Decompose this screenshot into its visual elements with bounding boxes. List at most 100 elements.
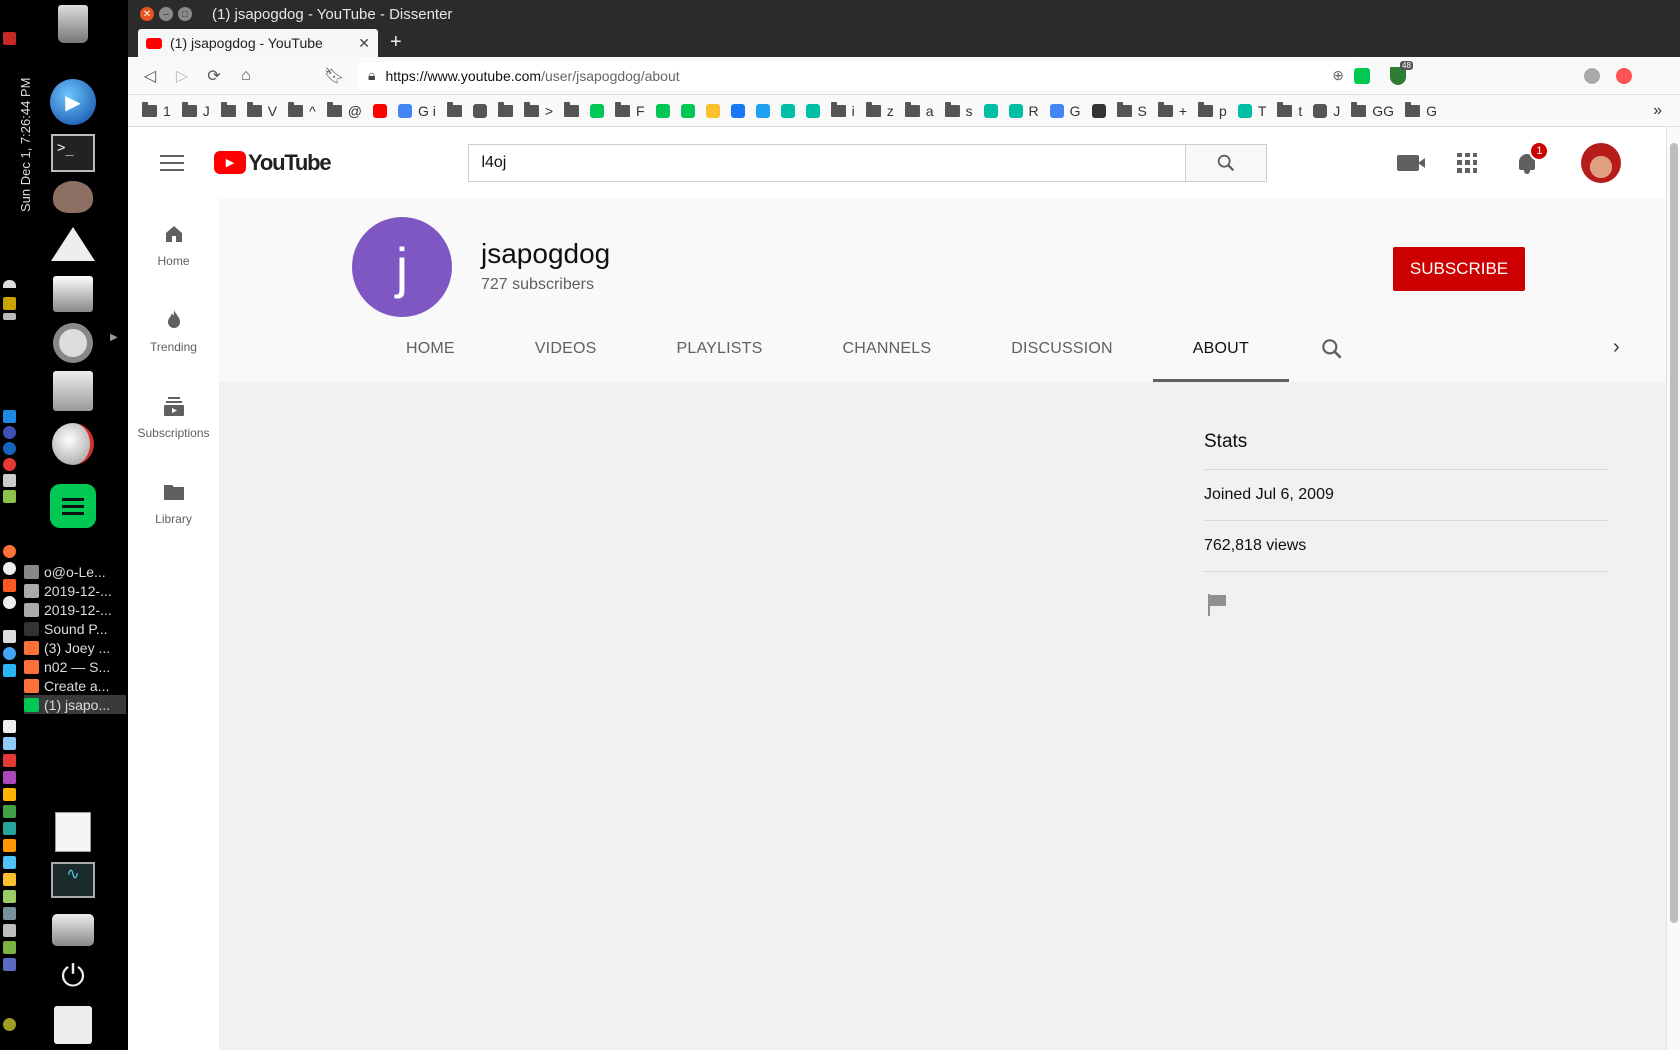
bookmark-item[interactable] — [983, 103, 998, 118]
tab-home[interactable]: HOME — [366, 332, 495, 382]
bookmark-item[interactable]: @ — [326, 101, 362, 119]
tray-icon[interactable] — [3, 924, 16, 937]
ubuntu-icon[interactable] — [50, 321, 96, 365]
create-video-icon[interactable] — [1397, 154, 1426, 171]
app-icon[interactable] — [50, 1003, 96, 1047]
reload-icon[interactable]: ⟳ — [198, 66, 230, 86]
bookmark-item[interactable] — [564, 101, 580, 117]
bookmark-item[interactable] — [472, 103, 487, 118]
tab-playlists[interactable]: PLAYLISTS — [636, 332, 802, 382]
taskbar-window-item[interactable]: (1) jsapo... — [24, 695, 126, 714]
bookmark-item[interactable]: z — [865, 101, 894, 119]
tray-icon[interactable] — [3, 856, 16, 869]
bookmark-item[interactable]: t — [1277, 101, 1302, 119]
bookmark-item[interactable]: ^ — [288, 101, 316, 119]
tray-icon[interactable] — [3, 313, 16, 320]
tray-icon[interactable] — [3, 771, 16, 784]
shield-extension-icon[interactable]: 48 — [1390, 60, 1413, 85]
maximize-window-icon[interactable]: □ — [178, 7, 192, 21]
power-icon[interactable]: ⏻ — [50, 955, 96, 999]
tray-icon[interactable] — [3, 562, 16, 575]
tray-icon[interactable] — [3, 1018, 16, 1031]
tab-about[interactable]: ABOUT — [1152, 332, 1289, 382]
tabs-scroll-right-icon[interactable]: › — [1613, 336, 1620, 359]
tray-icon[interactable] — [3, 297, 16, 310]
user-avatar[interactable] — [1581, 142, 1622, 183]
gimp-icon[interactable] — [50, 175, 96, 219]
youtube-logo[interactable]: ▶ YouTube — [214, 150, 332, 176]
terminal-icon[interactable]: >_ — [50, 131, 96, 175]
system-monitor-icon[interactable]: ∿ — [50, 858, 96, 902]
tray-icon[interactable] — [3, 630, 16, 643]
bookmark-item[interactable] — [705, 103, 720, 118]
taskbar-window-item[interactable]: Create a... — [24, 676, 126, 695]
bookmark-item[interactable] — [1091, 103, 1106, 118]
tray-icon[interactable] — [3, 958, 16, 971]
bookmark-item[interactable] — [590, 103, 605, 118]
tray-icon[interactable] — [3, 839, 16, 852]
tray-icon[interactable] — [3, 545, 16, 558]
taskbar-window-item[interactable]: (3) Joey ... — [24, 638, 126, 657]
tray-icon[interactable] — [3, 805, 16, 818]
tray-icon[interactable] — [3, 490, 16, 503]
tray-icon[interactable] — [3, 474, 16, 487]
tray-icon[interactable] — [3, 822, 16, 835]
disk-utility-icon[interactable] — [50, 422, 96, 466]
tray-icon[interactable] — [3, 720, 16, 733]
dissenter-extension-icon[interactable] — [1354, 67, 1370, 84]
scrollbar-thumb[interactable] — [1670, 143, 1678, 923]
bookmark-item[interactable] — [805, 103, 820, 118]
channel-search-icon[interactable] — [1319, 336, 1345, 362]
bookmark-item[interactable] — [655, 103, 670, 118]
file-cabinet-icon[interactable] — [50, 369, 96, 413]
guide-item-trending[interactable]: Trending — [128, 308, 219, 354]
bookmark-item[interactable]: S — [1116, 101, 1147, 119]
tray-icon[interactable] — [3, 647, 16, 660]
bookmark-item[interactable] — [780, 103, 795, 118]
hamburger-menu-icon[interactable] — [160, 154, 184, 171]
camera-icon[interactable] — [50, 908, 96, 952]
bookmark-item[interactable] — [680, 103, 695, 118]
tray-icon[interactable] — [3, 941, 16, 954]
taskbar-window-item[interactable]: o@o-Le... — [24, 562, 126, 581]
search-input[interactable] — [468, 143, 1186, 182]
new-tab-button[interactable]: + — [390, 29, 402, 57]
tray-icon[interactable] — [3, 664, 16, 677]
tab-discussion[interactable]: DISCUSSION — [971, 332, 1153, 382]
trash-icon[interactable] — [50, 2, 96, 46]
guide-item-home[interactable]: Home — [128, 222, 219, 268]
bookmark-item[interactable] — [372, 103, 387, 118]
guide-item-subscriptions[interactable]: Subscriptions — [128, 394, 219, 440]
tray-icon[interactable] — [3, 410, 16, 423]
home-browser-icon[interactable]: ⌂ — [230, 67, 262, 85]
bookmark-item[interactable]: GG — [1351, 101, 1394, 119]
bookmark-item[interactable]: F — [615, 101, 645, 119]
tab-channels[interactable]: CHANNELS — [802, 332, 971, 382]
tray-icon[interactable] — [3, 737, 16, 750]
taskbar-window-item[interactable]: Sound P... — [24, 619, 126, 638]
tray-icon[interactable] — [3, 754, 16, 767]
bookmark-item[interactable]: s — [944, 101, 973, 119]
bookmark-item[interactable]: + — [1157, 101, 1187, 119]
taskbar-window-item[interactable]: n02 — S... — [24, 657, 126, 676]
bookmark-item[interactable]: a — [904, 101, 934, 119]
tray-icon[interactable] — [3, 458, 16, 471]
account-icon[interactable] — [1584, 67, 1600, 84]
bookmark-item[interactable]: V — [246, 101, 277, 119]
dock-arrow-icon[interactable]: ▶ — [110, 332, 118, 343]
guide-item-library[interactable]: Library — [128, 480, 219, 526]
dissenter-icon[interactable] — [50, 484, 96, 528]
bookmark-item[interactable] — [497, 101, 513, 117]
inkscape-icon[interactable] — [50, 222, 96, 266]
tray-icon[interactable] — [3, 442, 16, 455]
bookmark-icon[interactable]: 🔖︎ — [318, 66, 350, 86]
tray-icon[interactable] — [3, 788, 16, 801]
bookmark-item[interactable] — [220, 101, 236, 117]
close-tab-icon[interactable]: ✕ — [358, 35, 370, 52]
media-player-icon[interactable]: ▶ — [50, 79, 96, 125]
report-flag-icon[interactable] — [1208, 594, 1228, 616]
text-editor-icon[interactable] — [50, 810, 96, 854]
bookmark-item[interactable]: J — [181, 101, 210, 119]
update-icon[interactable] — [1616, 67, 1632, 84]
tray-icon[interactable] — [3, 596, 16, 609]
